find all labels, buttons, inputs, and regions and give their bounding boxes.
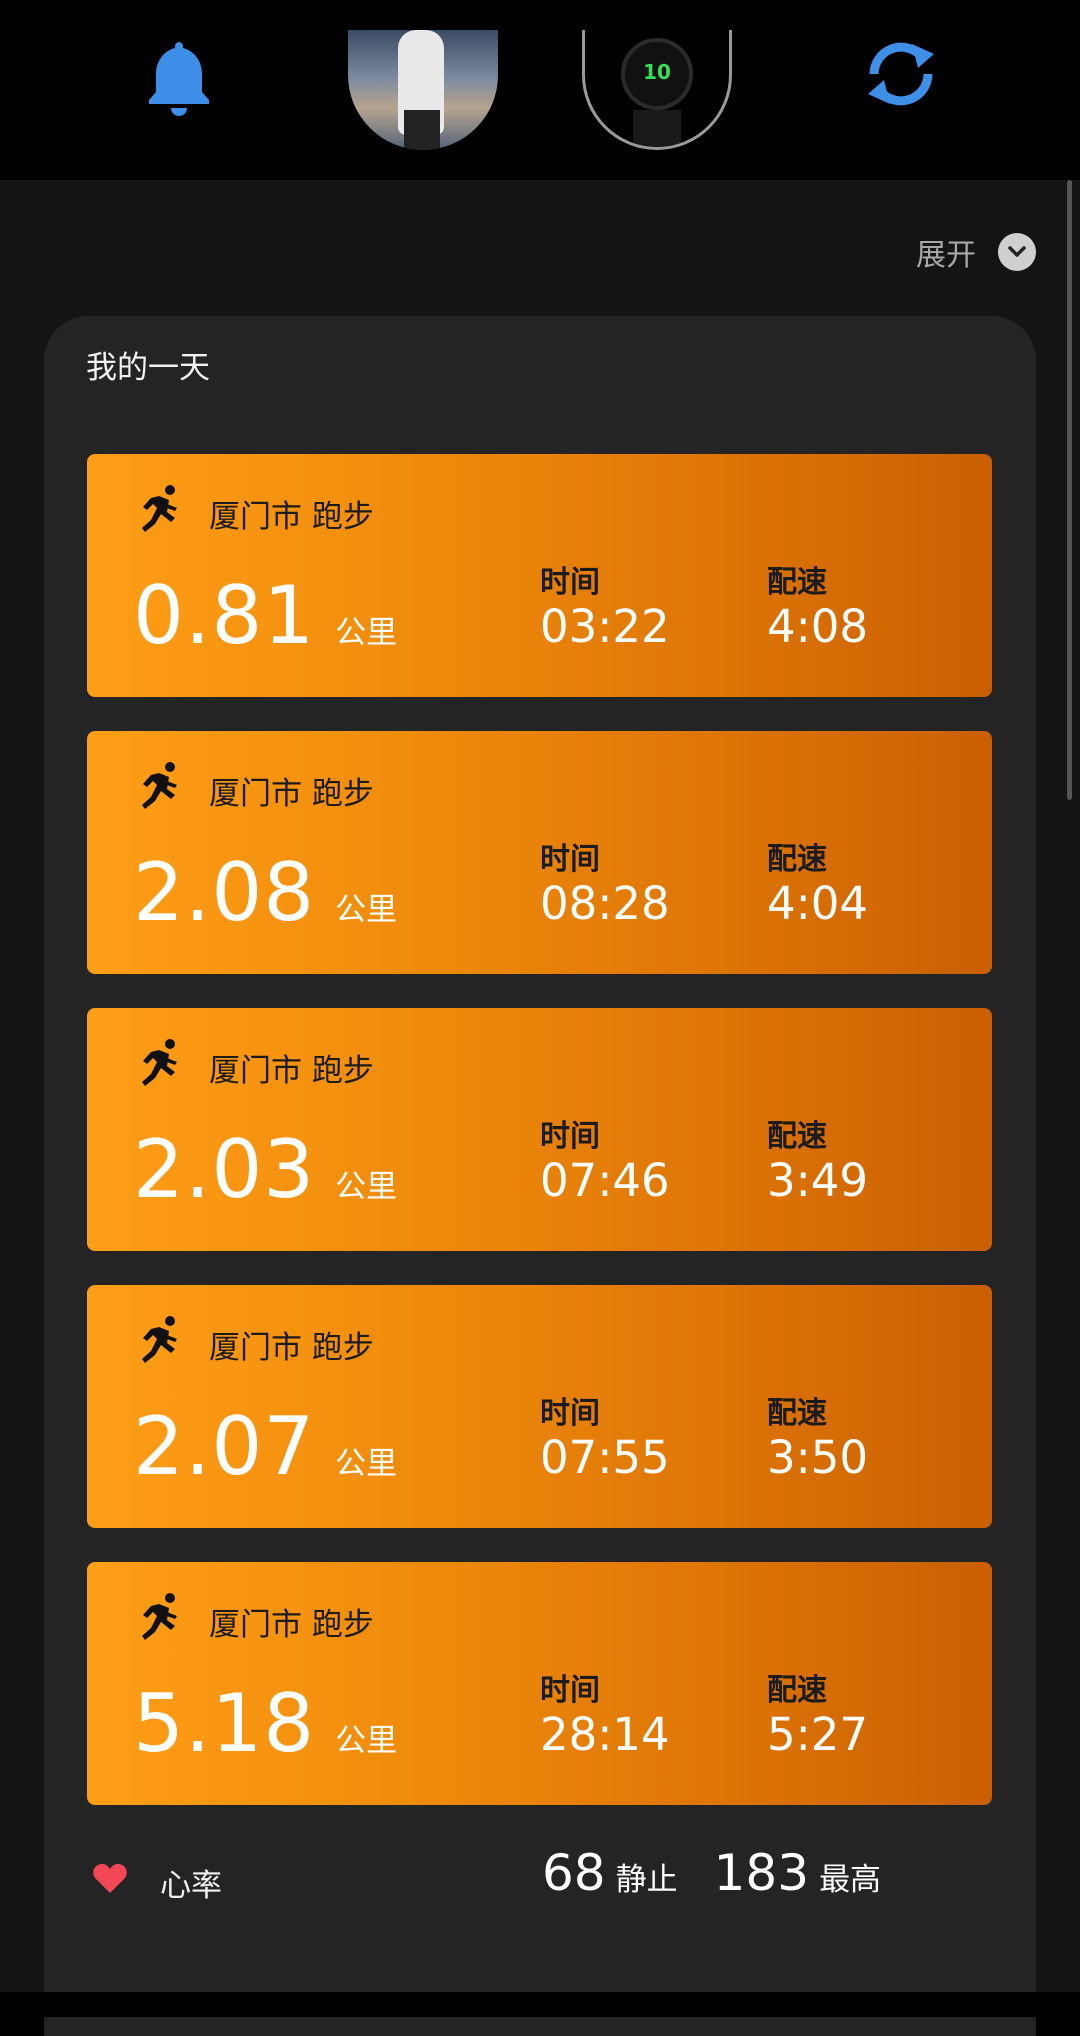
panel-title: 我的一天 [86, 350, 210, 386]
activity-location: 厦门市 跑步 [209, 1607, 374, 1643]
heart-rate-label: 心率 [160, 1868, 222, 1904]
activity-time: 时间 07:55 [540, 1397, 670, 1481]
activity-location: 厦门市 跑步 [209, 1330, 374, 1366]
time-label: 时间 [540, 842, 600, 877]
activity-location: 厦门市 跑步 [209, 1053, 374, 1089]
activity-pace: 配速 3:50 [767, 1397, 868, 1481]
activity-card[interactable]: 厦门市 跑步 5.18 公里 时间 28:14 配速 5:27 [87, 1562, 992, 1805]
pace-value: 3:50 [767, 1431, 869, 1484]
time-value: 03:22 [540, 600, 670, 653]
activity-time: 时间 08:28 [540, 843, 670, 927]
time-value: 07:55 [540, 1431, 670, 1484]
activity-time: 时间 03:22 [540, 566, 670, 650]
activity-location: 厦门市 跑步 [209, 776, 374, 812]
watch-face: 10 [621, 38, 693, 110]
device-watch-avatar[interactable]: 10 [582, 30, 732, 150]
max-hr-value: 183 [713, 1844, 810, 1902]
distance-value: 2.07 [133, 1400, 316, 1493]
pace-label: 配速 [767, 1119, 827, 1154]
pace-label: 配速 [767, 1396, 827, 1431]
activity-location: 厦门市 跑步 [209, 499, 374, 535]
my-day-panel: 我的一天 厦门市 跑步 0.81 公里 时间 03:22 配速 4:08 厦门市… [44, 316, 1036, 2036]
activity-distance: 2.07 公里 [133, 1407, 397, 1487]
running-icon [142, 485, 177, 532]
max-hr-label: 最高 [819, 1862, 882, 1898]
watch-face-value: 10 [643, 60, 671, 84]
pace-label: 配速 [767, 565, 827, 600]
activity-card[interactable]: 厦门市 跑步 2.03 公里 时间 07:46 配速 3:49 [87, 1008, 992, 1251]
distance-value: 2.03 [133, 1123, 316, 1216]
activity-distance: 2.08 公里 [133, 853, 397, 933]
activity-card[interactable]: 厦门市 跑步 2.07 公里 时间 07:55 配速 3:50 [87, 1285, 992, 1528]
distance-unit: 公里 [335, 1169, 398, 1205]
distance-unit: 公里 [335, 892, 398, 928]
profile-avatar[interactable] [348, 30, 498, 150]
scrollbar[interactable] [1067, 180, 1072, 800]
pace-value: 4:04 [767, 877, 869, 930]
distance-unit: 公里 [335, 615, 398, 651]
resting-hr-value: 68 [542, 1844, 606, 1902]
pace-label: 配速 [767, 1673, 827, 1708]
avatar-legs [404, 110, 440, 150]
time-label: 时间 [540, 1673, 600, 1708]
time-label: 时间 [540, 1396, 600, 1431]
activity-distance: 0.81 公里 [133, 576, 397, 656]
distance-unit: 公里 [335, 1723, 398, 1759]
time-value: 28:14 [540, 1708, 670, 1761]
bell-icon[interactable] [145, 38, 213, 118]
top-bar: 10 [0, 0, 1080, 180]
time-label: 时间 [540, 1119, 600, 1154]
activity-pace: 配速 3:49 [767, 1120, 868, 1204]
activity-card[interactable]: 厦门市 跑步 0.81 公里 时间 03:22 配速 4:08 [87, 454, 992, 697]
expand-toggle[interactable]: 展开 [916, 232, 1036, 273]
pace-value: 5:27 [767, 1708, 869, 1761]
running-icon [142, 1316, 177, 1363]
pace-label: 配速 [767, 842, 827, 877]
running-icon [142, 1039, 177, 1086]
watch-band [633, 110, 681, 147]
heart-icon [93, 1863, 127, 1893]
heart-rate-values: 68 静止 183 最高 [542, 1844, 907, 1902]
pace-value: 3:49 [767, 1154, 869, 1207]
activity-distance: 2.03 公里 [133, 1130, 397, 1210]
distance-value: 2.08 [133, 846, 316, 939]
running-icon [142, 1593, 177, 1640]
distance-value: 5.18 [133, 1677, 316, 1770]
resting-hr-label: 静止 [615, 1862, 678, 1898]
distance-value: 0.81 [133, 569, 316, 662]
activity-time: 时间 07:46 [540, 1120, 670, 1204]
running-icon [142, 762, 177, 809]
activity-pace: 配速 4:08 [767, 566, 868, 650]
time-label: 时间 [540, 565, 600, 600]
bottom-edge [0, 1992, 1080, 2017]
activity-time: 时间 28:14 [540, 1674, 670, 1758]
heart-rate-row[interactable]: 心率 68 静止 183 最高 [44, 1844, 1036, 1926]
sync-icon[interactable] [862, 40, 940, 108]
chevron-down-icon[interactable] [998, 233, 1036, 271]
distance-unit: 公里 [335, 1446, 398, 1482]
pace-value: 4:08 [767, 600, 869, 653]
activity-distance: 5.18 公里 [133, 1684, 397, 1764]
time-value: 07:46 [540, 1154, 670, 1207]
expand-label: 展开 [916, 238, 976, 273]
time-value: 08:28 [540, 877, 670, 930]
activity-pace: 配速 5:27 [767, 1674, 868, 1758]
activity-pace: 配速 4:04 [767, 843, 868, 927]
activity-card[interactable]: 厦门市 跑步 2.08 公里 时间 08:28 配速 4:04 [87, 731, 992, 974]
